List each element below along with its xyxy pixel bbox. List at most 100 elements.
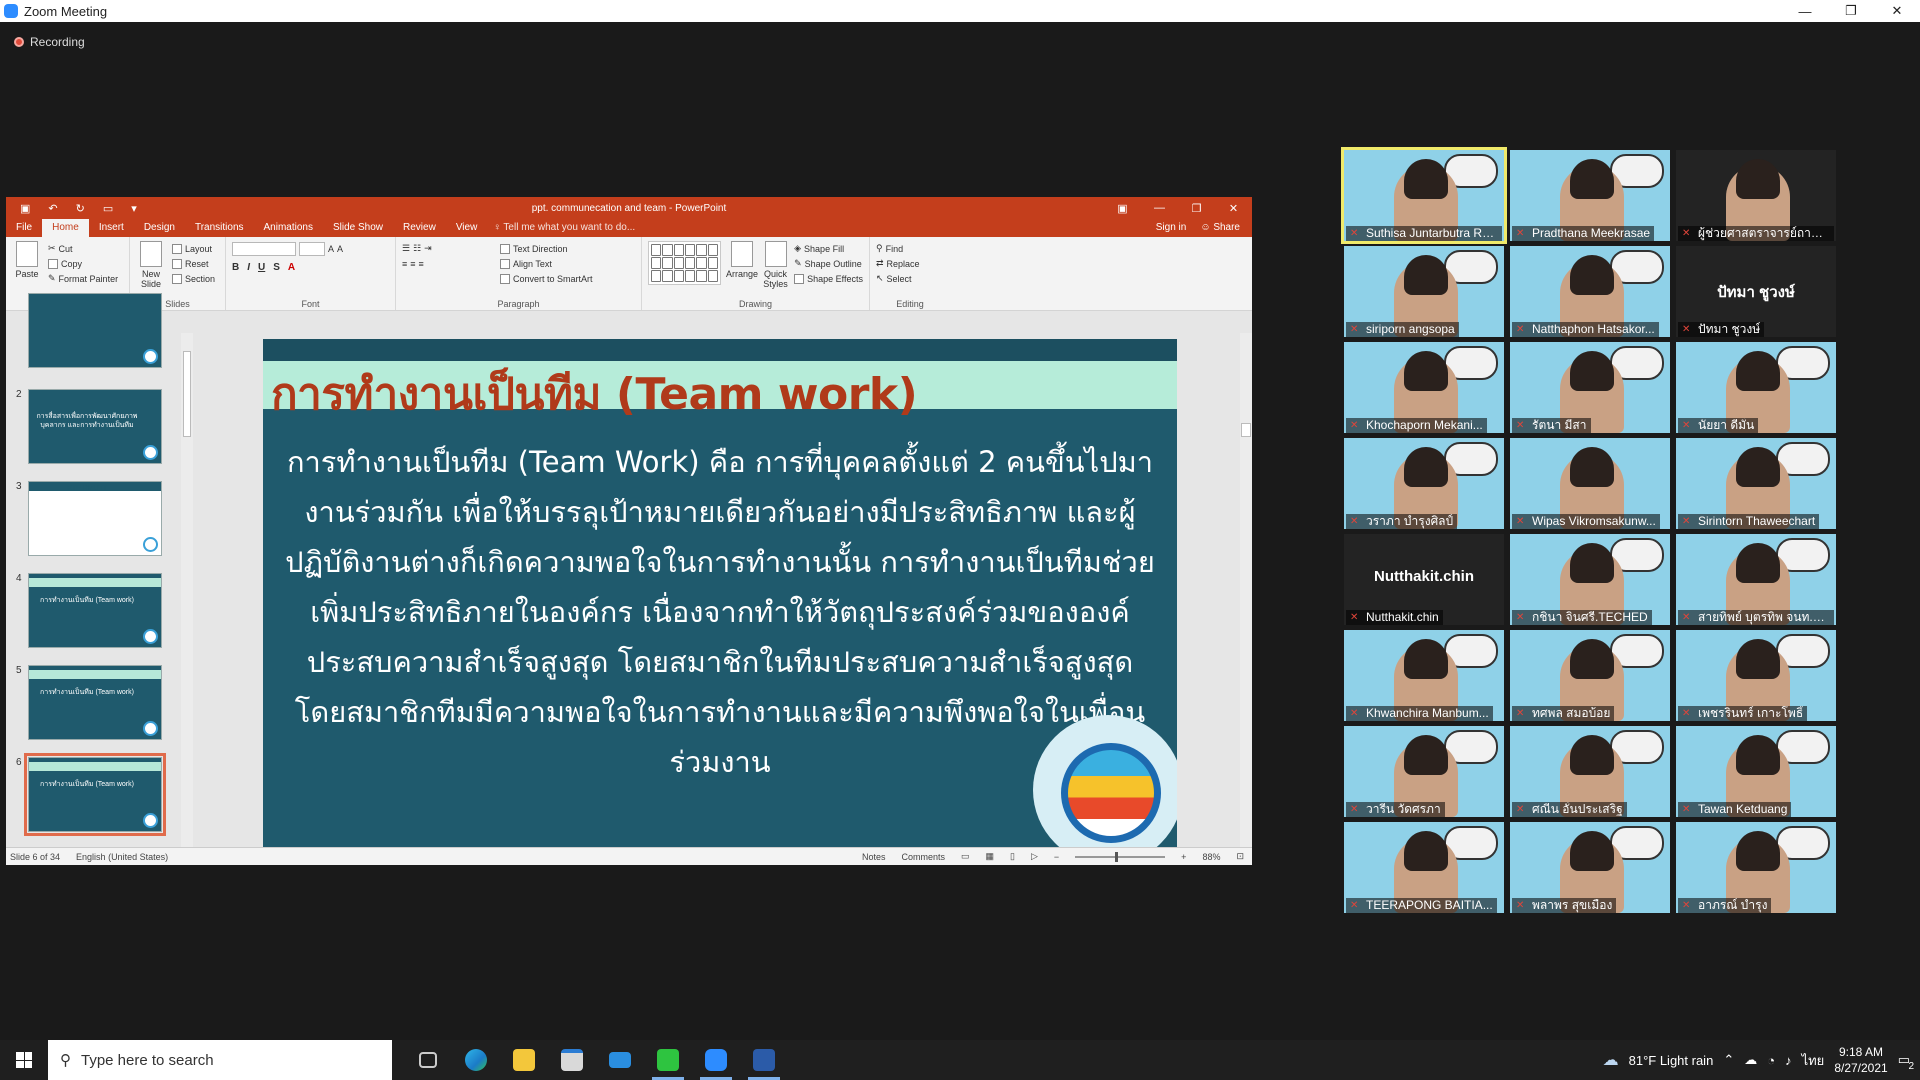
italic-icon[interactable]: I xyxy=(247,262,250,273)
share-button[interactable]: ☺ Share xyxy=(1200,219,1240,237)
participant-tile[interactable]: ✕ ศณีน อั๋นประเสริฐ xyxy=(1510,726,1670,817)
font-color-icon[interactable]: A xyxy=(288,262,295,273)
shape-fill-button[interactable]: ◈ Shape Fill xyxy=(794,241,863,256)
file-explorer-icon[interactable] xyxy=(500,1040,548,1080)
thumbnails-scrollbar[interactable] xyxy=(181,333,193,847)
minimize-button[interactable]: — xyxy=(1782,0,1828,22)
participant-tile[interactable]: ✕ Natthaphon Hatsakor... xyxy=(1510,246,1670,337)
restore-button[interactable]: ❐ xyxy=(1828,0,1874,22)
tab-design[interactable]: Design xyxy=(134,219,185,237)
find-button[interactable]: ⚲ Find xyxy=(876,241,944,256)
onedrive-icon[interactable]: ☁ xyxy=(1744,1052,1757,1068)
replace-button[interactable]: ⇄ Replace xyxy=(876,256,944,271)
tab-transitions[interactable]: Transitions xyxy=(185,219,254,237)
arrange-button[interactable]: Arrange xyxy=(726,241,758,298)
align-left-icon[interactable]: ≡ xyxy=(402,259,407,269)
paste-button[interactable]: Paste xyxy=(12,241,42,298)
store-icon[interactable] xyxy=(548,1040,596,1080)
clock[interactable]: 9:18 AM 8/27/2021 xyxy=(1834,1044,1887,1076)
participant-tile[interactable]: Nutthakit.chin ✕ Nutthakit.chin xyxy=(1344,534,1504,625)
participant-tile[interactable]: ✕ นัยยา ดีมั่น xyxy=(1676,342,1836,433)
slideshow-icon[interactable]: ▷ xyxy=(1031,851,1038,862)
notifications-icon[interactable]: ▭ 2 xyxy=(1898,1052,1914,1072)
text-direction-button[interactable]: Text Direction xyxy=(500,241,593,256)
fit-to-window-icon[interactable]: ⊡ xyxy=(1236,851,1244,862)
tab-home[interactable]: Home xyxy=(42,219,89,237)
language-indicator[interactable]: English (United States) xyxy=(76,852,168,862)
reset-button[interactable]: Reset xyxy=(172,256,215,271)
participant-tile[interactable]: ✕ Tawan Ketduang xyxy=(1676,726,1836,817)
thumbnails-scroll-thumb[interactable] xyxy=(183,351,191,437)
tab-view[interactable]: View xyxy=(446,219,488,237)
zoom-in-icon[interactable]: + xyxy=(1181,852,1186,862)
copy-button[interactable]: Copy xyxy=(48,256,118,271)
new-slide-button[interactable]: New Slide xyxy=(136,241,166,298)
ppt-minimize-button[interactable]: — xyxy=(1141,197,1178,219)
weather-text[interactable]: 81°F Light rain xyxy=(1629,1053,1714,1068)
input-language[interactable]: ไทย xyxy=(1802,1050,1825,1071)
indent-icon[interactable]: ⇥ xyxy=(424,243,432,254)
tab-review[interactable]: Review xyxy=(393,219,446,237)
word-icon[interactable] xyxy=(740,1040,788,1080)
participant-tile[interactable]: ✕ Khwanchira Manbum... xyxy=(1344,630,1504,721)
participant-tile[interactable]: ✕ Wipas Vikromsakunw... xyxy=(1510,438,1670,529)
edge-icon[interactable] xyxy=(452,1040,500,1080)
slide-thumbnail[interactable] xyxy=(28,293,162,368)
align-center-icon[interactable]: ≡ xyxy=(410,259,415,269)
cut-button[interactable]: ✂ Cut xyxy=(48,241,118,256)
font-name-input[interactable] xyxy=(232,241,296,256)
participant-tile[interactable]: ✕ พลาพร สุขเมือง xyxy=(1510,822,1670,913)
bullets-icon[interactable]: ☰ xyxy=(402,243,410,254)
zoom-out-icon[interactable]: − xyxy=(1054,852,1059,862)
mail-icon[interactable] xyxy=(596,1040,644,1080)
slide-thumbnail[interactable]: การสื่อสารเพื่อการพัฒนาศักยภาพบุคลากร แล… xyxy=(28,389,162,464)
current-slide[interactable]: การทำงานเป็นทีม (Team work) การทำงานเป็น… xyxy=(263,339,1177,847)
tab-slide-show[interactable]: Slide Show xyxy=(323,219,393,237)
sign-in-link[interactable]: Sign in xyxy=(1156,219,1187,237)
taskbar-search[interactable]: ⚲ Type here to search xyxy=(48,1040,392,1080)
layout-button[interactable]: Layout xyxy=(172,241,215,256)
zoom-level[interactable]: 88% xyxy=(1202,852,1220,862)
volume-icon[interactable]: ♪ xyxy=(1785,1053,1792,1068)
tab-animations[interactable]: Animations xyxy=(254,219,323,237)
participant-tile[interactable]: ✕ สายทิพย์ บุตรทิพ จนท.ปร... xyxy=(1676,534,1836,625)
participant-tile[interactable]: ✕ ผู้ช่วยศาสตราจารย์ถานน... xyxy=(1676,150,1836,241)
ppt-restore-button[interactable]: ❐ xyxy=(1178,197,1215,219)
shapes-gallery[interactable] xyxy=(648,241,721,285)
participant-tile[interactable]: ✕ รัตนา มีสา xyxy=(1510,342,1670,433)
slide-thumbnail[interactable]: การทำงานเป็นทีม (Team work) xyxy=(28,665,162,740)
comments-button[interactable]: Comments xyxy=(901,852,945,862)
participant-tile[interactable]: ✕ siriporn angsopa xyxy=(1344,246,1504,337)
participant-tile[interactable]: ✕ วราภา บำรุงศิลป์ xyxy=(1344,438,1504,529)
line-icon[interactable] xyxy=(644,1040,692,1080)
tab-file[interactable]: File xyxy=(6,219,42,237)
align-text-button[interactable]: Align Text xyxy=(500,256,593,271)
tell-me-search[interactable]: ♀ Tell me what you want to do... xyxy=(493,219,635,237)
slide-sorter-icon[interactable]: ▦ xyxy=(986,851,995,862)
shrink-font-icon[interactable]: A xyxy=(337,244,343,254)
section-button[interactable]: Section xyxy=(172,271,215,286)
slide-scroll-thumb[interactable] xyxy=(1241,423,1251,437)
shape-effects-button[interactable]: Shape Effects xyxy=(794,271,863,286)
participant-tile[interactable]: ✕ TEERAPONG BAITIA... xyxy=(1344,822,1504,913)
participant-tile[interactable]: ✕ กชินา จินศรี.TECHED xyxy=(1510,534,1670,625)
bold-icon[interactable]: B xyxy=(232,262,239,273)
underline-icon[interactable]: U xyxy=(258,262,265,273)
select-button[interactable]: ↖ Select xyxy=(876,271,944,286)
start-button[interactable] xyxy=(0,1040,48,1080)
convert-smartart-button[interactable]: Convert to SmartArt xyxy=(500,271,593,286)
task-view-icon[interactable] xyxy=(404,1040,452,1080)
participant-tile[interactable]: ✕ Sirintorn Thaweechart xyxy=(1676,438,1836,529)
participant-tile[interactable]: ✕ อาภรณ์ บำรุง xyxy=(1676,822,1836,913)
normal-view-icon[interactable]: ▭ xyxy=(961,851,970,862)
ppt-close-button[interactable]: ✕ xyxy=(1215,197,1252,219)
format-painter-button[interactable]: ✎ Format Painter xyxy=(48,271,118,286)
network-icon[interactable]: ◔ xyxy=(1767,1053,1775,1068)
grow-font-icon[interactable]: A xyxy=(328,244,334,254)
font-size-input[interactable] xyxy=(299,241,325,256)
quick-styles-button[interactable]: Quick Styles xyxy=(763,241,788,298)
justify-icon[interactable]: ≡ xyxy=(419,259,424,269)
participant-tile[interactable]: ปัทมา ชูวงษ์ ✕ ปัทมา ชูวงษ์ xyxy=(1676,246,1836,337)
shape-outline-button[interactable]: ✎ Shape Outline xyxy=(794,256,863,271)
close-button[interactable]: ✕ xyxy=(1874,0,1920,22)
